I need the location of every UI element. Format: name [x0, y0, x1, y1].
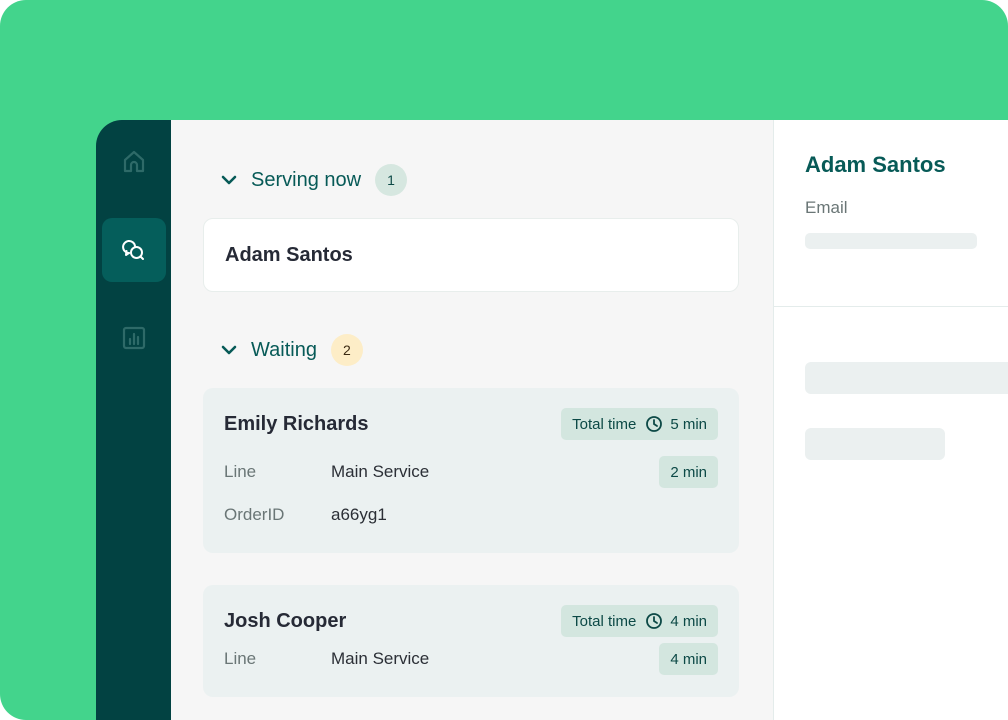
line-label: Line: [224, 649, 257, 668]
bar-chart-icon: [122, 326, 145, 350]
sidebar: [96, 120, 171, 720]
customer-name-title: Adam Santos: [805, 152, 946, 177]
total-time-badge: Total time 4 min: [561, 605, 718, 637]
order-row: OrderID a66yg1: [224, 499, 718, 531]
customer-detail-pane: Adam Santos Email: [773, 120, 1008, 720]
line-row: Line Main Service 4 min: [224, 643, 718, 675]
sidebar-item-conversations[interactable]: [101, 218, 166, 282]
serving-section-title: Serving now: [251, 168, 362, 191]
sidebar-item-analytics[interactable]: [102, 306, 166, 370]
serving-person-name: Adam Santos: [225, 243, 353, 266]
waiting-person-name: Josh Cooper: [224, 609, 347, 632]
total-time-value: 5 min: [670, 415, 707, 433]
line-value: Main Service: [331, 649, 430, 668]
waiting-card[interactable]: Josh Cooper Total time 4 min Line Main S…: [203, 585, 739, 697]
line-row: Line Main Service 2 min: [224, 456, 718, 488]
content-skeleton-placeholder: [805, 428, 945, 460]
line-label: Line: [224, 462, 257, 481]
chat-bubbles-icon: [121, 240, 144, 260]
sidebar-item-home[interactable]: [102, 130, 166, 194]
waiting-count-badge: 2: [330, 334, 363, 366]
order-value: a66yg1: [331, 505, 387, 524]
waiting-section-header[interactable]: Waiting 2: [203, 318, 741, 382]
line-time-badge: 2 min: [659, 456, 718, 488]
serving-section-header[interactable]: Serving now 1: [203, 148, 741, 212]
line-value: Main Service: [331, 462, 430, 481]
queue-panel: Serving now 1 Adam Santos Waiting 2 Emil…: [171, 120, 773, 720]
total-time-label: Total time: [572, 612, 637, 630]
app-window: Serving now 1 Adam Santos Waiting 2 Emil…: [96, 120, 1008, 720]
clock-icon: [646, 613, 663, 629]
waiting-person-name: Emily Richards: [224, 412, 369, 435]
chevron-down-icon: [221, 345, 237, 355]
clock-icon: [646, 416, 663, 432]
waiting-card[interactable]: Emily Richards Total time 5 min Line Mai…: [203, 388, 739, 553]
customer-detail-header: Adam Santos Email: [774, 120, 1008, 307]
total-time-label: Total time: [572, 415, 637, 433]
content-skeleton-placeholder: [805, 362, 1008, 394]
line-time-badge: 4 min: [659, 643, 718, 675]
email-skeleton-placeholder: [805, 233, 977, 249]
order-label: OrderID: [224, 505, 285, 524]
total-time-badge: Total time 5 min: [561, 408, 718, 440]
waiting-section-title: Waiting: [251, 338, 317, 361]
home-icon: [123, 150, 144, 173]
total-time-value: 4 min: [670, 612, 707, 630]
chevron-down-icon: [221, 175, 237, 185]
email-label: Email: [805, 198, 848, 217]
serving-count-badge: 1: [375, 164, 408, 196]
serving-card[interactable]: Adam Santos: [203, 218, 739, 292]
